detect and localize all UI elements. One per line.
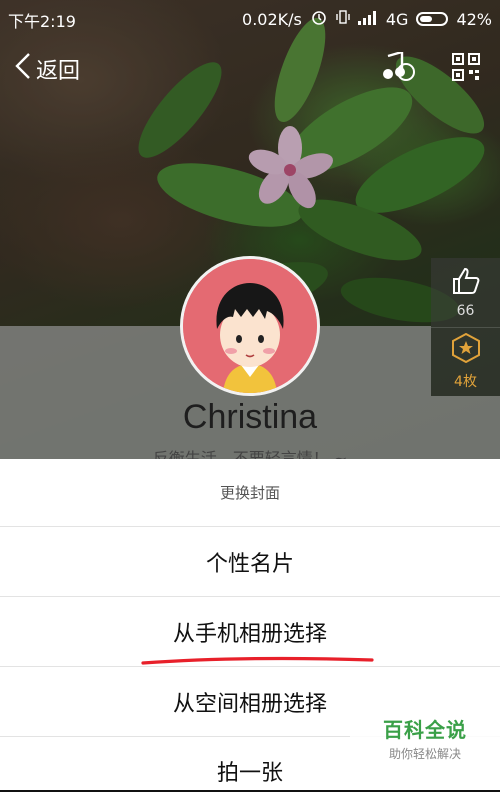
alarm-icon	[310, 8, 328, 30]
network-speed: 0.02K/s	[242, 9, 302, 29]
chevron-left-icon	[14, 52, 32, 86]
star-badge-icon	[451, 332, 481, 367]
avatar-illustration	[183, 259, 317, 393]
battery-icon	[416, 12, 449, 26]
badge-button[interactable]: 4枚	[431, 327, 500, 396]
music-note-icon[interactable]	[382, 50, 416, 86]
status-bar: 下午2:19 0.02K/s 4G 42%	[0, 0, 500, 36]
thumbs-up-icon	[451, 267, 481, 299]
nav-actions	[382, 50, 480, 86]
status-indicators: 0.02K/s 4G 42%	[242, 8, 492, 30]
like-button[interactable]: 66	[431, 258, 500, 328]
avatar[interactable]	[180, 256, 320, 396]
back-label: 返回	[36, 59, 81, 84]
like-count: 66	[456, 302, 475, 319]
vibrate-icon	[336, 8, 350, 30]
signal-icon	[357, 10, 378, 29]
battery-percent: 42%	[456, 9, 492, 29]
profile-name: Christina	[182, 398, 318, 436]
annotation-underline	[141, 656, 374, 665]
back-button[interactable]: 返回	[14, 52, 80, 86]
status-time: 下午2:19	[8, 12, 76, 31]
watermark-title: 百科全说	[383, 718, 467, 742]
qr-code-icon[interactable]	[452, 53, 480, 85]
network-type: 4G	[385, 9, 409, 29]
watermark-logo: 百科全说 助你轻松解决	[350, 708, 500, 768]
watermark-subtitle: 助你轻松解决	[388, 747, 461, 761]
side-actions: 66 4枚	[431, 258, 500, 396]
badge-count: 4枚	[454, 373, 477, 390]
sheet-title: 更换封面	[0, 459, 500, 527]
option-personal-card[interactable]: 个性名片	[0, 527, 500, 597]
